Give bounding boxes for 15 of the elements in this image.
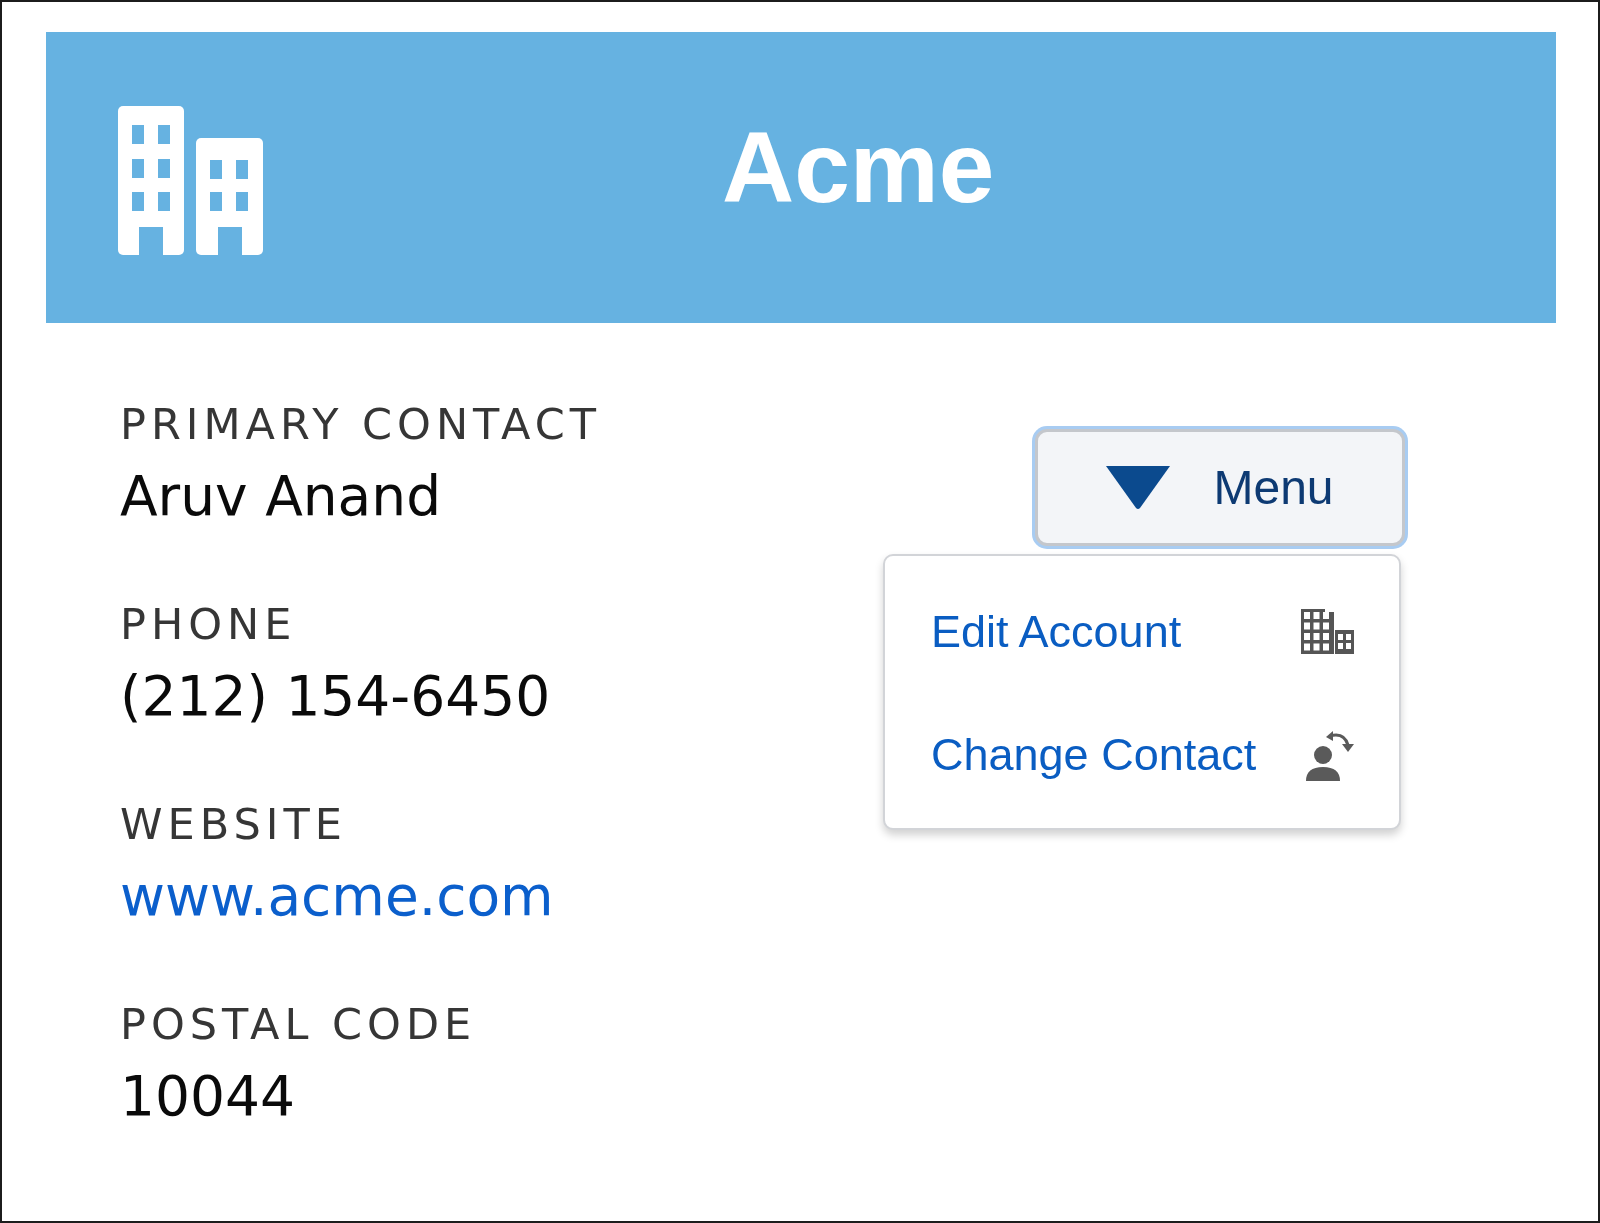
field-label: PRIMARY CONTACT	[120, 398, 601, 451]
field-value: Aruv Anand	[120, 463, 442, 530]
menu-button[interactable]: Menu	[1035, 429, 1405, 546]
person-rotate-icon	[1304, 728, 1354, 781]
menu-item[interactable]: Edit Account	[885, 570, 1399, 693]
buildings-icon	[118, 106, 264, 255]
field-label: PHONE	[120, 598, 297, 651]
field-value: (212) 154-6450	[120, 663, 551, 730]
field-label: WEBSITE	[120, 798, 347, 851]
menu-item[interactable]: Change Contact	[885, 693, 1399, 816]
account-title: Acme	[722, 116, 995, 217]
buildings-icon	[1301, 609, 1354, 654]
field-value: 10044	[120, 1063, 295, 1130]
field-link[interactable]: www.acme.com	[120, 862, 554, 930]
field-label: POSTAL CODE	[120, 998, 477, 1051]
